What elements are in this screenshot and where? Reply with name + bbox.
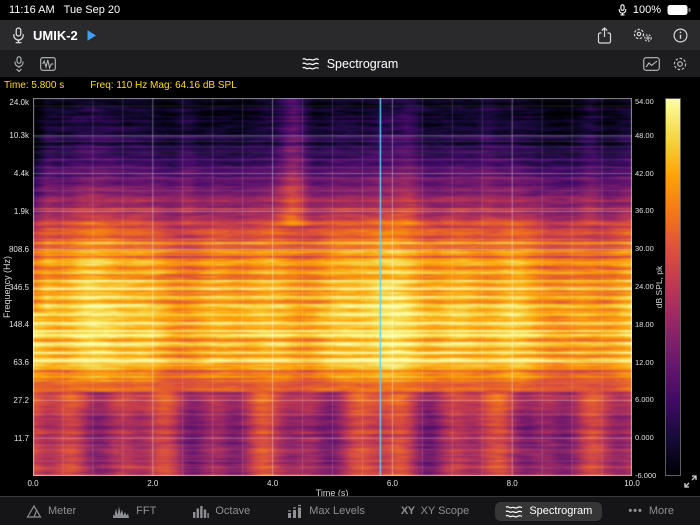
tab-label: Meter: [48, 505, 77, 517]
tab-more[interactable]: ••• More: [618, 502, 684, 520]
y-tick-label: 63.6: [13, 358, 29, 368]
max-levels-icon: [288, 504, 302, 518]
colorbar-tick-label: 24.00: [635, 282, 654, 291]
battery-percent: 100%: [632, 4, 661, 16]
more-icon: •••: [628, 505, 643, 517]
input-device-control[interactable]: UMIK-2: [12, 26, 97, 44]
colorbar-tick-label: 48.00: [635, 130, 654, 140]
y-tick-label: 11.7: [14, 433, 29, 443]
tab-label: More: [648, 505, 674, 517]
tab-max-levels[interactable]: Max Levels: [276, 501, 375, 521]
waveform-capture-button[interactable]: [40, 56, 56, 71]
status-time: 11:16 AM: [9, 4, 55, 16]
cursor-readout-bar: Time: 5.800 s Freq: 110 Hz Mag: 64.16 dB…: [0, 78, 700, 93]
tab-meter[interactable]: Meter: [16, 502, 86, 521]
microphone-icon: [13, 26, 24, 43]
app-settings-button[interactable]: [632, 27, 653, 43]
status-date: Tue Sep 20: [63, 4, 121, 16]
colorbar-tick-label: 36.00: [635, 206, 654, 216]
module-title-group: Spectrogram: [302, 56, 399, 71]
tab-label: FFT: [136, 505, 157, 517]
x-tick-label: 8.0: [506, 479, 518, 488]
device-name: UMIK-2: [33, 27, 78, 43]
spectrogram-panel: Frequency (Hz) dB SPL, pk Time (s) 24.0k…: [0, 93, 700, 498]
mic-in-use-icon: [618, 4, 627, 16]
expand-icon[interactable]: [683, 474, 698, 489]
spectrogram-canvas[interactable]: [33, 98, 632, 476]
module-tab-bar: Meter FFT Octave Max Levels XY XY Scope …: [0, 496, 700, 525]
x-tick-label: 2.0: [147, 479, 159, 488]
y-tick-label: 346.5: [8, 282, 29, 292]
y-tick-label: 10.3k: [9, 131, 29, 141]
x-tick-label: 10.0: [624, 479, 640, 488]
colorbar-tick-label: 18.00: [635, 319, 654, 329]
ios-status-bar: 11:16 AM Tue Sep 20 100%: [0, 0, 700, 20]
tab-label: Octave: [215, 505, 251, 517]
colorbar-tick-label: 12.00: [635, 357, 654, 367]
tab-spectrogram[interactable]: Spectrogram: [495, 501, 603, 521]
chart-overlay-button[interactable]: [643, 56, 660, 71]
audio-analyzer-app: 11:16 AM Tue Sep 20 100% UMIK-2 Spectrog…: [0, 0, 700, 525]
spectrogram-tab-icon: [505, 505, 523, 518]
tab-label: Max Levels: [309, 505, 365, 517]
colorbar-tick-label: 54.00: [635, 97, 654, 106]
colorbar-tick-label: 6.000: [635, 395, 654, 405]
module-toolbar: Spectrogram: [0, 50, 700, 78]
y-tick-label: 1.9k: [13, 206, 29, 216]
fft-icon: [113, 506, 130, 518]
share-button[interactable]: [597, 26, 612, 44]
y-tick-label: 4.4k: [13, 169, 29, 179]
tab-octave[interactable]: Octave: [182, 502, 260, 521]
tab-fft[interactable]: FFT: [102, 502, 166, 521]
y-tick-label: 24.0k: [9, 98, 29, 107]
x-tick-label: 0.0: [27, 479, 39, 488]
colorbar: [665, 98, 681, 476]
plot-settings-button[interactable]: [672, 56, 688, 72]
mic-select-button[interactable]: [12, 55, 26, 72]
play-button[interactable]: [86, 29, 97, 42]
cursor-time-readout: Time: 5.800 s: [4, 80, 65, 91]
colorbar-tick-label: 0.000: [635, 433, 654, 443]
xy-scope-icon: XY: [400, 505, 415, 517]
main-toolbar: UMIK-2: [0, 20, 700, 50]
x-tick-label: 4.0: [267, 479, 279, 488]
tab-xy-scope[interactable]: XY XY Scope: [391, 502, 479, 520]
x-tick-label: 6.0: [386, 479, 398, 488]
colorbar-tick-label: 30.00: [635, 244, 654, 254]
colorbar-axis-label: dB SPL, pk: [654, 265, 664, 309]
octave-bars-icon: [193, 505, 210, 518]
tab-label: XY Scope: [420, 505, 470, 517]
tab-label: Spectrogram: [529, 505, 593, 517]
y-tick-label: 148.4: [8, 320, 29, 330]
y-tick-label: 808.6: [8, 244, 29, 254]
meter-icon: [26, 504, 42, 518]
cursor-freq-mag-readout: Freq: 110 Hz Mag: 64.16 dB SPL: [90, 80, 237, 91]
info-button[interactable]: [673, 27, 688, 43]
battery-icon: [667, 5, 691, 15]
colorbar-tick-label: 42.00: [635, 168, 654, 178]
y-tick-label: 27.2: [13, 395, 29, 405]
colorbar-tick-label: -6.000: [635, 471, 657, 480]
page-title: Spectrogram: [326, 56, 399, 71]
spectrogram-icon: [302, 58, 319, 70]
